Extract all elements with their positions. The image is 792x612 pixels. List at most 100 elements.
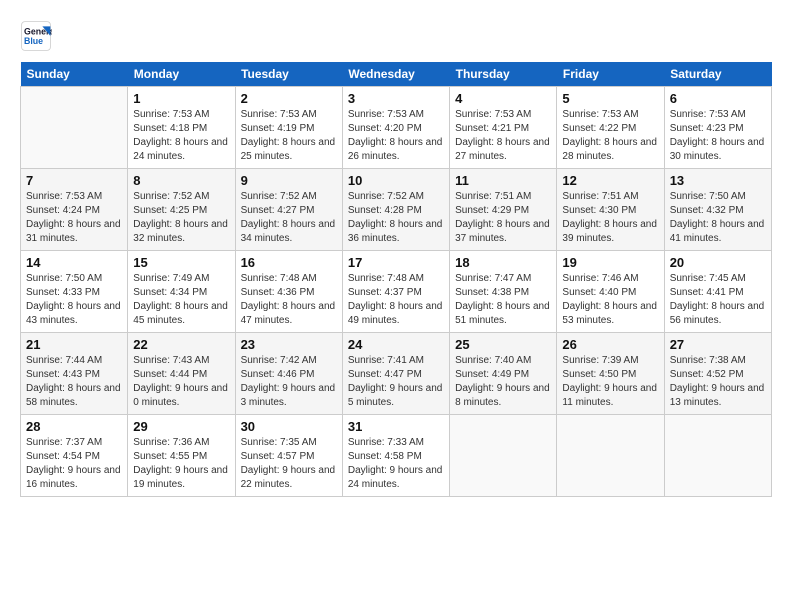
logo: General Blue: [20, 20, 56, 52]
day-info: Sunrise: 7:53 AMSunset: 4:23 PMDaylight:…: [670, 108, 766, 164]
calendar-week-1: 1 Sunrise: 7:53 AMSunset: 4:18 PMDaylight…: [21, 87, 772, 169]
calendar-cell: 27Sunrise: 7:38 AMSunset: 4:52 PMDayligh…: [664, 333, 771, 415]
day-number: 28: [26, 419, 122, 434]
day-number: 5: [562, 91, 658, 106]
calendar-cell: 14 Sunrise: 7:50 AMSunset: 4:33 PMDayligh…: [21, 251, 128, 333]
calendar-cell: [450, 415, 557, 497]
day-info: Sunrise: 7:45 AMSunset: 4:41 PMDaylight:…: [670, 272, 766, 328]
calendar-cell: 18 Sunrise: 7:47 AMSunset: 4:38 PMDayligh…: [450, 251, 557, 333]
day-info: Sunrise: 7:50 AMSunset: 4:32 PMDaylight:…: [670, 190, 766, 246]
day-info: Sunrise: 7:35 AMSunset: 4:57 PMDaylight:…: [241, 436, 337, 492]
calendar-cell: 25 Sunrise: 7:40 AMSunset: 4:49 PMDayligh…: [450, 333, 557, 415]
weekday-header-wednesday: Wednesday: [342, 62, 449, 87]
calendar-cell: [21, 87, 128, 169]
day-number: 23: [241, 337, 337, 352]
day-info: Sunrise: 7:43 AMSunset: 4:44 PMDaylight:…: [133, 354, 229, 410]
calendar-cell: 21 Sunrise: 7:44 AMSunset: 4:43 PMDayligh…: [21, 333, 128, 415]
day-number: 1: [133, 91, 229, 106]
calendar-cell: 22 Sunrise: 7:43 AMSunset: 4:44 PMDayligh…: [128, 333, 235, 415]
day-number: 4: [455, 91, 551, 106]
weekday-header-saturday: Saturday: [664, 62, 771, 87]
day-number: 21: [26, 337, 122, 352]
day-number: 29: [133, 419, 229, 434]
day-number: 22: [133, 337, 229, 352]
day-info: Sunrise: 7:44 AMSunset: 4:43 PMDaylight:…: [26, 354, 122, 410]
day-number: 17: [348, 255, 444, 270]
calendar-cell: [664, 415, 771, 497]
day-info: Sunrise: 7:51 AMSunset: 4:29 PMDaylight:…: [455, 190, 551, 246]
svg-text:Blue: Blue: [24, 36, 43, 46]
day-info: Sunrise: 7:52 AMSunset: 4:25 PMDaylight:…: [133, 190, 229, 246]
day-number: 16: [241, 255, 337, 270]
calendar-cell: 16Sunrise: 7:48 AMSunset: 4:36 PMDayligh…: [235, 251, 342, 333]
day-info: Sunrise: 7:39 AMSunset: 4:50 PMDaylight:…: [562, 354, 658, 410]
day-number: 3: [348, 91, 444, 106]
day-number: 8: [133, 173, 229, 188]
calendar-cell: 2 Sunrise: 7:53 AMSunset: 4:19 PMDaylight…: [235, 87, 342, 169]
calendar-week-2: 7 Sunrise: 7:53 AMSunset: 4:24 PMDaylight…: [21, 169, 772, 251]
calendar-cell: 9Sunrise: 7:52 AMSunset: 4:27 PMDaylight…: [235, 169, 342, 251]
day-number: 26: [562, 337, 658, 352]
day-info: Sunrise: 7:53 AMSunset: 4:19 PMDaylight:…: [241, 108, 337, 164]
calendar-cell: 15Sunrise: 7:49 AMSunset: 4:34 PMDayligh…: [128, 251, 235, 333]
day-number: 11: [455, 173, 551, 188]
calendar-cell: 1 Sunrise: 7:53 AMSunset: 4:18 PMDaylight…: [128, 87, 235, 169]
day-info: Sunrise: 7:33 AMSunset: 4:58 PMDaylight:…: [348, 436, 444, 492]
day-number: 25: [455, 337, 551, 352]
calendar-cell: 26 Sunrise: 7:39 AMSunset: 4:50 PMDayligh…: [557, 333, 664, 415]
day-number: 6: [670, 91, 766, 106]
header: General Blue: [20, 20, 772, 52]
calendar-cell: 17 Sunrise: 7:48 AMSunset: 4:37 PMDayligh…: [342, 251, 449, 333]
weekday-header-thursday: Thursday: [450, 62, 557, 87]
calendar-cell: 20 Sunrise: 7:45 AMSunset: 4:41 PMDayligh…: [664, 251, 771, 333]
day-info: Sunrise: 7:53 AMSunset: 4:21 PMDaylight:…: [455, 108, 551, 164]
weekday-header-sunday: Sunday: [21, 62, 128, 87]
calendar-cell: 4 Sunrise: 7:53 AMSunset: 4:21 PMDaylight…: [450, 87, 557, 169]
day-info: Sunrise: 7:53 AMSunset: 4:18 PMDaylight:…: [133, 108, 229, 164]
calendar-cell: 6 Sunrise: 7:53 AMSunset: 4:23 PMDaylight…: [664, 87, 771, 169]
day-number: 14: [26, 255, 122, 270]
calendar-cell: 11 Sunrise: 7:51 AMSunset: 4:29 PMDayligh…: [450, 169, 557, 251]
calendar-cell: 24Sunrise: 7:41 AMSunset: 4:47 PMDayligh…: [342, 333, 449, 415]
day-info: Sunrise: 7:52 AMSunset: 4:28 PMDaylight:…: [348, 190, 444, 246]
day-info: Sunrise: 7:40 AMSunset: 4:49 PMDaylight:…: [455, 354, 551, 410]
calendar-week-3: 14 Sunrise: 7:50 AMSunset: 4:33 PMDayligh…: [21, 251, 772, 333]
day-info: Sunrise: 7:41 AMSunset: 4:47 PMDaylight:…: [348, 354, 444, 410]
day-info: Sunrise: 7:52 AMSunset: 4:27 PMDaylight:…: [241, 190, 337, 246]
day-info: Sunrise: 7:42 AMSunset: 4:46 PMDaylight:…: [241, 354, 337, 410]
day-number: 15: [133, 255, 229, 270]
calendar-week-5: 28 Sunrise: 7:37 AMSunset: 4:54 PMDayligh…: [21, 415, 772, 497]
day-number: 20: [670, 255, 766, 270]
day-number: 10: [348, 173, 444, 188]
day-number: 19: [562, 255, 658, 270]
day-info: Sunrise: 7:51 AMSunset: 4:30 PMDaylight:…: [562, 190, 658, 246]
calendar-cell: 28 Sunrise: 7:37 AMSunset: 4:54 PMDayligh…: [21, 415, 128, 497]
calendar-cell: 3 Sunrise: 7:53 AMSunset: 4:20 PMDaylight…: [342, 87, 449, 169]
calendar-cell: 5 Sunrise: 7:53 AMSunset: 4:22 PMDaylight…: [557, 87, 664, 169]
day-info: Sunrise: 7:47 AMSunset: 4:38 PMDaylight:…: [455, 272, 551, 328]
calendar-cell: 10 Sunrise: 7:52 AMSunset: 4:28 PMDayligh…: [342, 169, 449, 251]
day-info: Sunrise: 7:48 AMSunset: 4:37 PMDaylight:…: [348, 272, 444, 328]
calendar-cell: 8 Sunrise: 7:52 AMSunset: 4:25 PMDaylight…: [128, 169, 235, 251]
weekday-header-friday: Friday: [557, 62, 664, 87]
calendar-cell: 23 Sunrise: 7:42 AMSunset: 4:46 PMDayligh…: [235, 333, 342, 415]
calendar-cell: 7 Sunrise: 7:53 AMSunset: 4:24 PMDaylight…: [21, 169, 128, 251]
day-info: Sunrise: 7:37 AMSunset: 4:54 PMDaylight:…: [26, 436, 122, 492]
calendar-week-4: 21 Sunrise: 7:44 AMSunset: 4:43 PMDayligh…: [21, 333, 772, 415]
day-info: Sunrise: 7:50 AMSunset: 4:33 PMDaylight:…: [26, 272, 122, 328]
day-number: 13: [670, 173, 766, 188]
day-number: 7: [26, 173, 122, 188]
logo-icon: General Blue: [20, 20, 52, 52]
day-info: Sunrise: 7:36 AMSunset: 4:55 PMDaylight:…: [133, 436, 229, 492]
calendar: SundayMondayTuesdayWednesdayThursdayFrid…: [20, 62, 772, 497]
day-info: Sunrise: 7:53 AMSunset: 4:20 PMDaylight:…: [348, 108, 444, 164]
calendar-cell: 12Sunrise: 7:51 AMSunset: 4:30 PMDayligh…: [557, 169, 664, 251]
day-info: Sunrise: 7:53 AMSunset: 4:22 PMDaylight:…: [562, 108, 658, 164]
day-number: 18: [455, 255, 551, 270]
day-number: 2: [241, 91, 337, 106]
day-info: Sunrise: 7:46 AMSunset: 4:40 PMDaylight:…: [562, 272, 658, 328]
day-info: Sunrise: 7:53 AMSunset: 4:24 PMDaylight:…: [26, 190, 122, 246]
calendar-cell: 19 Sunrise: 7:46 AMSunset: 4:40 PMDayligh…: [557, 251, 664, 333]
day-number: 27: [670, 337, 766, 352]
weekday-header-monday: Monday: [128, 62, 235, 87]
